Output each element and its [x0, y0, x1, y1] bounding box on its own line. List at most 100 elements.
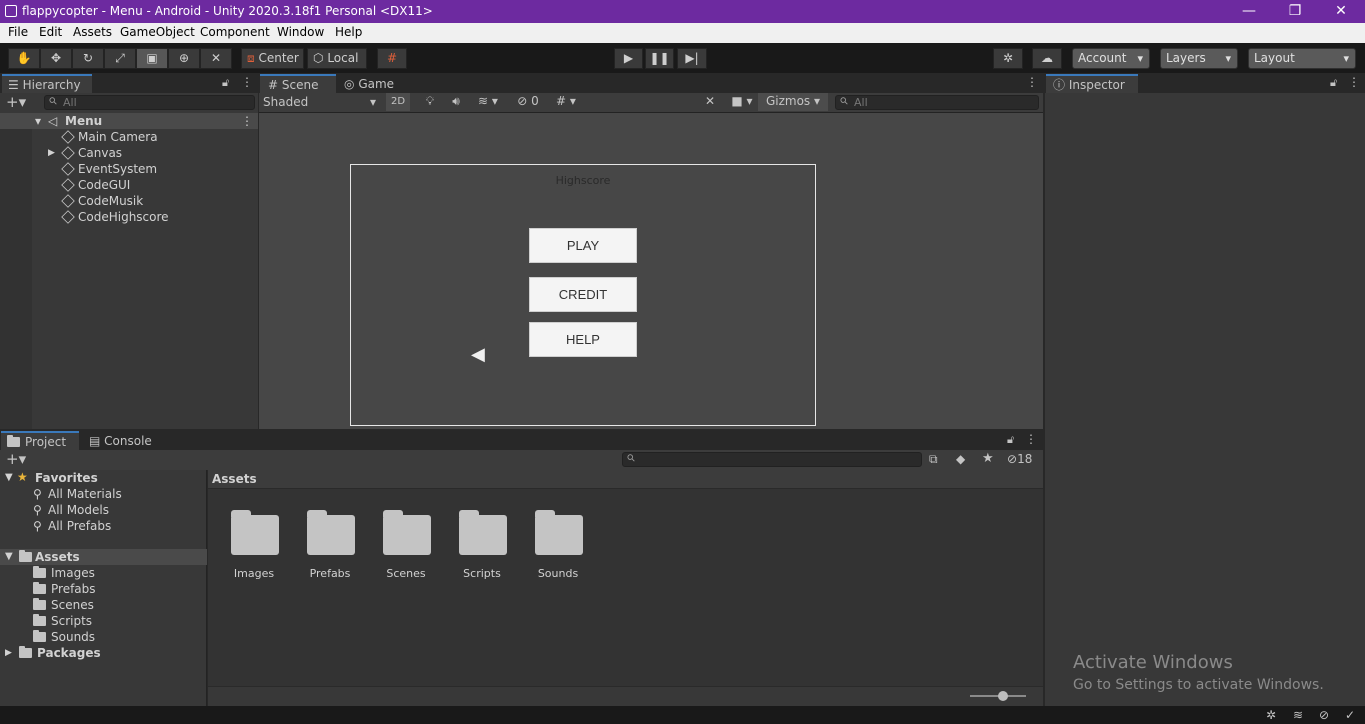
hidden-packages-toggle[interactable]: ⊘18 [1007, 452, 1032, 466]
account-dropdown[interactable]: Account [1072, 48, 1150, 69]
asset-folder-sounds[interactable]: Sounds [523, 567, 593, 580]
tree-packages[interactable]: Packages [19, 645, 101, 661]
expand-arrow-icon[interactable]: ▼ [5, 470, 13, 486]
asset-folder-scenes[interactable]: Scenes [371, 567, 441, 580]
hierarchy-item-codehighscore[interactable]: CodeHighscore [78, 209, 169, 225]
pivot-local-button[interactable]: ⬡ Local [307, 48, 367, 69]
tab-hierarchy[interactable]: ☰ Hierarchy [2, 74, 92, 93]
pivot-center-button[interactable]: ⧈ Center [241, 48, 304, 69]
search-by-type-icon[interactable]: ⧉ [929, 452, 938, 467]
menu-window[interactable]: Window [277, 25, 324, 39]
effects-icon[interactable]: ≋ ▾ [470, 93, 506, 111]
scene-menu-icon[interactable]: ⋮ [241, 113, 253, 129]
tab-inspector[interactable]: ⓘ Inspector [1046, 74, 1138, 93]
tree-folder-scenes[interactable]: Scenes [33, 597, 94, 613]
hierarchy-item-main-camera[interactable]: Main Camera [78, 129, 158, 145]
breadcrumb[interactable]: Assets [212, 472, 257, 486]
tree-folder-images[interactable]: Images [33, 565, 95, 581]
asset-folder-images[interactable]: Images [219, 567, 289, 580]
icon-size-slider-handle[interactable] [998, 691, 1008, 701]
tab-game[interactable]: ◎ Game [344, 75, 404, 94]
bug-icon[interactable]: ✲ [1266, 708, 1276, 722]
scene-search-input[interactable]: All [835, 95, 1039, 110]
lock-icon[interactable]: 🔓︎ [1330, 76, 1337, 90]
tree-folder-prefabs[interactable]: Prefabs [33, 581, 96, 597]
layout-dropdown[interactable]: Layout [1248, 48, 1356, 69]
hand-tool-icon[interactable]: ✋ [8, 48, 40, 69]
favorite-all-models[interactable]: All Models [48, 502, 109, 518]
folder-icon[interactable] [307, 510, 355, 555]
audio-icon[interactable]: 🔊︎ [444, 93, 468, 111]
close-icon[interactable]: ✕ [1318, 1, 1364, 22]
lock-icon[interactable]: 🔓︎ [222, 76, 229, 90]
favorite-star-icon[interactable]: ★ [982, 451, 994, 466]
tree-folder-sounds[interactable]: Sounds [33, 629, 95, 645]
expand-arrow-icon[interactable]: ▾ [35, 113, 41, 129]
expand-arrow-icon[interactable]: ▼ [5, 549, 13, 565]
tab-scene[interactable]: # Scene [260, 74, 336, 93]
menu-gameobject[interactable]: GameObject [120, 25, 195, 39]
tree-folder-scripts[interactable]: Scripts [33, 613, 92, 629]
play-button[interactable]: ▶ [614, 48, 643, 69]
cloud-icon[interactable]: ☁ [1032, 48, 1062, 69]
maximize-icon[interactable]: ❐ [1272, 1, 1318, 22]
expand-arrow-icon[interactable]: ▶ [48, 145, 55, 161]
step-button[interactable]: ▶| [677, 48, 707, 69]
minimize-icon[interactable]: — [1226, 1, 1272, 22]
menu-component[interactable]: Component [200, 25, 270, 39]
asset-folder-prefabs[interactable]: Prefabs [295, 567, 365, 580]
mode-2d-button[interactable]: 2D [386, 93, 410, 111]
project-search-input[interactable] [622, 452, 922, 467]
tab-console[interactable]: ▤ Console [89, 432, 169, 451]
help-menu-button[interactable]: HELP [529, 322, 637, 357]
gizmos-dropdown[interactable]: Gizmos ▾ [758, 93, 828, 111]
rotate-tool-icon[interactable]: ↻ [72, 48, 104, 69]
hierarchy-item-eventsystem[interactable]: EventSystem [78, 161, 157, 177]
folder-icon[interactable] [231, 510, 279, 555]
auto-generate-icon[interactable]: ⊘ [1319, 708, 1329, 722]
label-icon[interactable]: ◆ [956, 452, 965, 466]
hierarchy-search-input[interactable]: All [44, 95, 255, 110]
folder-icon[interactable] [383, 510, 431, 555]
credit-menu-button[interactable]: CREDIT [529, 277, 637, 312]
grid-toggle-icon[interactable]: # ▾ [546, 93, 586, 111]
folder-icon[interactable] [459, 510, 507, 555]
expand-arrow-icon[interactable]: ▶ [5, 645, 12, 661]
lock-icon[interactable]: 🔓︎ [1007, 433, 1014, 447]
transform-tool-icon[interactable]: ⊕ [168, 48, 200, 69]
rect-tool-icon[interactable]: ▣ [136, 48, 168, 69]
audio-source-icon[interactable]: ◀ [471, 344, 485, 365]
more-options-icon[interactable]: ⋮ [1026, 75, 1038, 89]
camera-icon[interactable]: ■ ▾ [726, 93, 758, 111]
hidden-objects-icon[interactable]: ⊘ 0 [512, 93, 544, 111]
layers-dropdown[interactable]: Layers [1160, 48, 1238, 69]
collab-icon[interactable]: ✲ [993, 48, 1023, 69]
custom-tool-icon[interactable]: ✕ [200, 48, 232, 69]
add-button[interactable]: +▾ [6, 93, 26, 111]
pause-button[interactable]: ❚❚ [645, 48, 674, 69]
tools-icon[interactable]: ✕ [700, 93, 720, 111]
lighting-icon[interactable]: 💡︎ [418, 93, 442, 111]
favorite-all-prefabs[interactable]: All Prefabs [48, 518, 111, 534]
more-options-icon[interactable]: ⋮ [241, 75, 253, 89]
hierarchy-item-codegui[interactable]: CodeGUI [78, 177, 130, 193]
check-icon[interactable]: ✓ [1345, 708, 1355, 722]
move-tool-icon[interactable]: ✥ [40, 48, 72, 69]
favorite-all-materials[interactable]: All Materials [48, 486, 122, 502]
hierarchy-item-codemusik[interactable]: CodeMusik [78, 193, 143, 209]
menu-help[interactable]: Help [335, 25, 362, 39]
hierarchy-item-canvas[interactable]: Canvas [78, 145, 122, 161]
asset-folder-scripts[interactable]: Scripts [447, 567, 517, 580]
shading-mode-dropdown[interactable]: Shaded ▾ [263, 95, 379, 111]
tab-project[interactable]: Project [1, 431, 79, 450]
menu-edit[interactable]: Edit [39, 25, 62, 39]
play-menu-button[interactable]: PLAY [529, 228, 637, 263]
favorites-label[interactable]: Favorites [35, 470, 98, 486]
more-options-icon[interactable]: ⋮ [1025, 432, 1037, 446]
menu-file[interactable]: File [8, 25, 28, 39]
layers-icon[interactable]: ≋ [1293, 708, 1303, 722]
folder-icon[interactable] [535, 510, 583, 555]
create-button[interactable]: +▾ [6, 450, 26, 468]
menu-assets[interactable]: Assets [73, 25, 112, 39]
scale-tool-icon[interactable]: ⤢ [104, 48, 136, 69]
